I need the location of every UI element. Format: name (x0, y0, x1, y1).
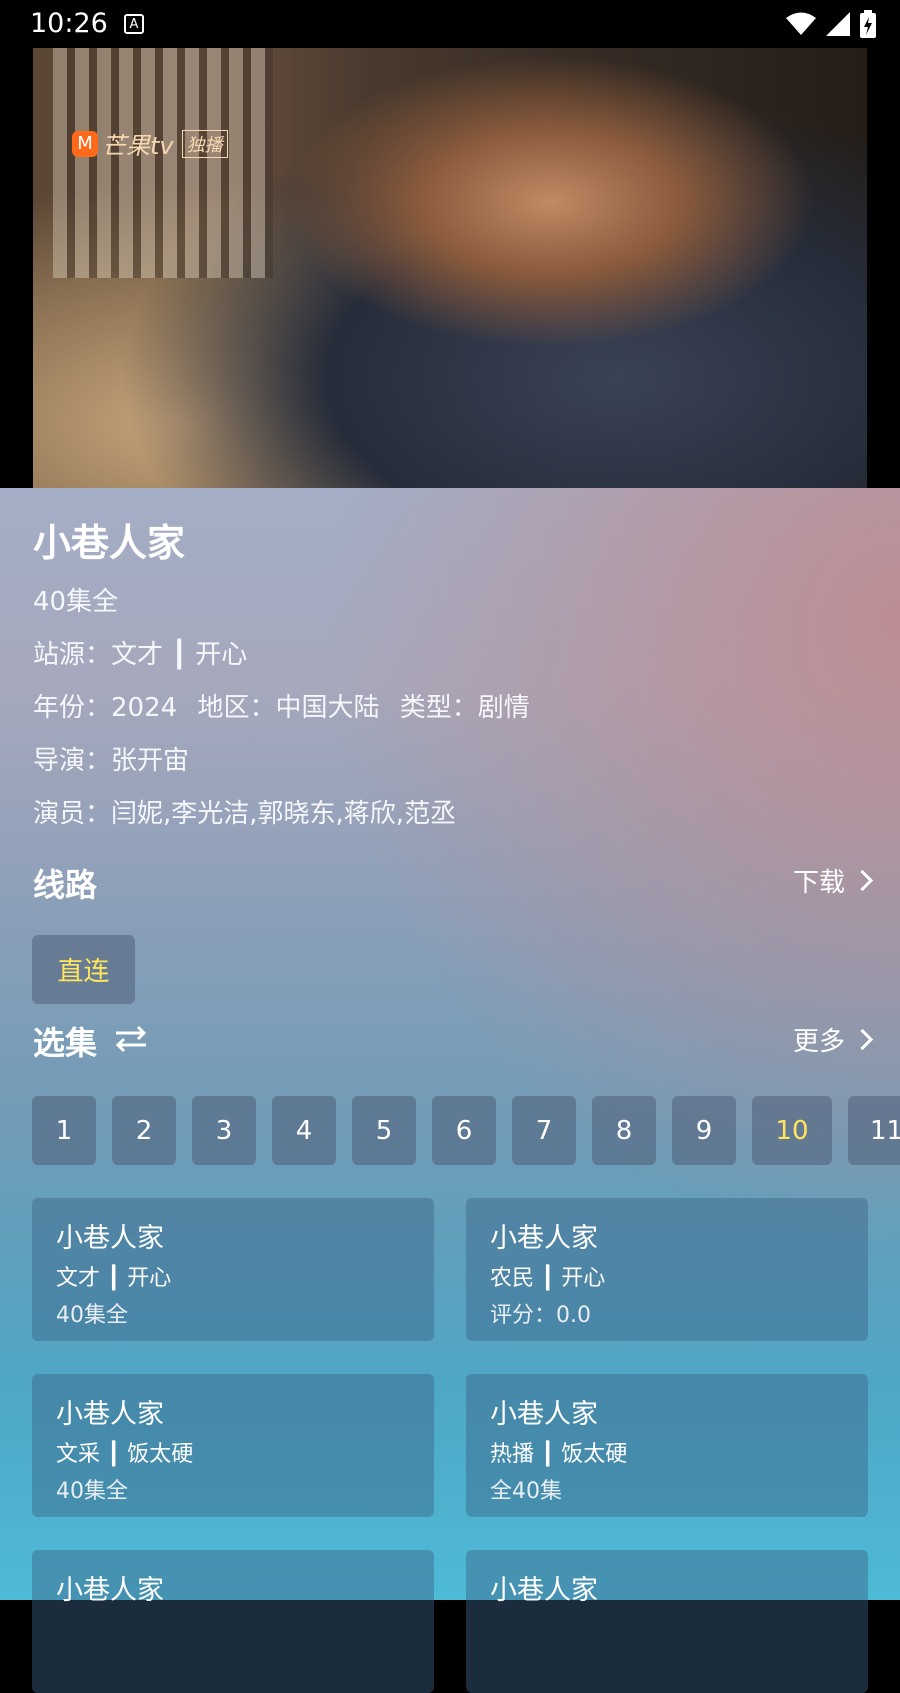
chevron-right-icon (851, 869, 874, 892)
detail-panel: 小巷人家 40集全 站源：文才 ┃ 开心 年份：2024 地区：中国大陆 类型：… (0, 488, 900, 1693)
route-chip-direct[interactable]: 直连 (32, 935, 135, 1004)
episode-chip-10[interactable]: 10 (752, 1096, 832, 1165)
episode-chip-1[interactable]: 1 (32, 1096, 96, 1165)
video-scene (53, 48, 273, 278)
download-label: 下载 (792, 868, 845, 898)
related-card-title: 小巷人家 (490, 1399, 598, 1430)
related-card[interactable]: 小巷人家 热播 ┃ 饭太硬 全40集 (466, 1374, 868, 1517)
status-time: 10:26 (30, 8, 108, 39)
related-card-source: 热播 ┃ 饭太硬 (490, 1442, 628, 1467)
routes-title: 线路 (33, 866, 98, 904)
show-title: 小巷人家 (33, 521, 186, 565)
related-card-title: 小巷人家 (56, 1575, 164, 1606)
meta-row: 年份：2024 地区：中国大陆 类型：剧情 (33, 687, 530, 724)
status-icons (786, 10, 876, 38)
type-label: 类型： (399, 693, 478, 723)
related-card-source: 文采 ┃ 饭太硬 (56, 1442, 194, 1467)
related-card[interactable]: 小巷人家 (32, 1550, 434, 1693)
cast-label: 演员： (33, 799, 112, 829)
wifi-icon (786, 12, 816, 35)
director-row: 导演：张开宙 (33, 740, 189, 777)
source-label: 站源： (33, 640, 112, 670)
related-card-title: 小巷人家 (56, 1399, 164, 1430)
video-frame[interactable] (33, 48, 867, 488)
notification-icon: A (124, 14, 144, 34)
related-card-title: 小巷人家 (56, 1223, 164, 1254)
logo-text: 芒果tv (102, 132, 174, 160)
episode-chip-6[interactable]: 6 (432, 1096, 496, 1165)
episode-chip-7[interactable]: 7 (512, 1096, 576, 1165)
year-label: 年份： (33, 693, 112, 723)
episode-chip-5[interactable]: 5 (352, 1096, 416, 1165)
related-card-title: 小巷人家 (490, 1575, 598, 1606)
logo-badge: 独播 (181, 129, 228, 158)
type-value: 剧情 (477, 693, 530, 723)
related-card-meta: 40集全 (56, 1479, 128, 1504)
related-card[interactable]: 小巷人家 文才 ┃ 开心 40集全 (32, 1198, 434, 1341)
year-value: 2024 (111, 693, 178, 723)
related-card-meta: 40集全 (56, 1303, 128, 1328)
channel-logo: M 芒果tv 独播 (72, 126, 228, 161)
episode-chip-3[interactable]: 3 (192, 1096, 256, 1165)
swap-order-icon[interactable] (114, 1023, 148, 1053)
episodes-title: 选集 (33, 1018, 97, 1064)
signal-icon (826, 12, 850, 36)
episode-chip-8[interactable]: 8 (592, 1096, 656, 1165)
related-card[interactable]: 小巷人家 农民 ┃ 开心 评分：0.0 (466, 1198, 868, 1341)
source-value: 文才 ┃ 开心 (111, 640, 248, 670)
source-row: 站源：文才 ┃ 开心 (33, 634, 247, 671)
episode-chip-2[interactable]: 2 (112, 1096, 176, 1165)
related-card[interactable]: 小巷人家 (466, 1550, 868, 1693)
download-button[interactable]: 下载 (792, 862, 874, 899)
video-player[interactable]: M 芒果tv 独播 (0, 48, 900, 488)
episodes-title-label: 选集 (33, 1024, 98, 1062)
episode-count: 40集全 (33, 587, 119, 617)
status-bar: 10:26 A (0, 0, 900, 48)
director-value: 张开宙 (111, 746, 190, 776)
related-card-meta: 评分：0.0 (490, 1303, 591, 1328)
related-card-source: 农民 ┃ 开心 (490, 1266, 606, 1291)
related-card[interactable]: 小巷人家 文采 ┃ 饭太硬 40集全 (32, 1374, 434, 1517)
episode-chip-4[interactable]: 4 (272, 1096, 336, 1165)
more-label: 更多 (792, 1027, 845, 1057)
battery-icon (860, 10, 876, 38)
chevron-right-icon (851, 1028, 874, 1051)
mango-logo-icon: M (72, 130, 98, 157)
related-card-source: 文才 ┃ 开心 (56, 1266, 172, 1291)
related-card-meta: 全40集 (490, 1479, 562, 1504)
episode-chip-9[interactable]: 9 (672, 1096, 736, 1165)
region-label: 地区： (197, 693, 276, 723)
episode-chip-11[interactable]: 11 (848, 1096, 900, 1165)
cast-row: 演员：闫妮,李光洁,郭晓东,蒋欣,范丞 (33, 793, 456, 830)
cast-value: 闫妮,李光洁,郭晓东,蒋欣,范丞 (111, 799, 457, 829)
region-value: 中国大陆 (275, 693, 380, 723)
related-card-title: 小巷人家 (490, 1223, 598, 1254)
more-episodes-button[interactable]: 更多 (792, 1021, 874, 1058)
director-label: 导演： (33, 746, 112, 776)
